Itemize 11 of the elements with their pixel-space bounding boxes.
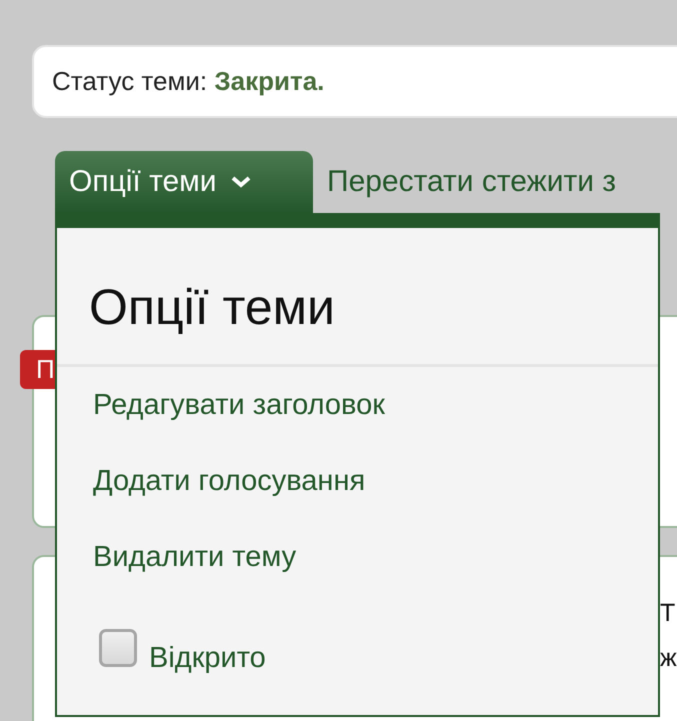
caret-icon (230, 176, 251, 188)
status-text: Статус теми: Закрита. (52, 66, 324, 97)
checkbox[interactable] (99, 629, 137, 667)
post-text-line: ж (660, 643, 677, 674)
post-text-line: Т (660, 598, 676, 629)
menu-item[interactable]: Видалити тему (93, 535, 296, 580)
unwatch-link[interactable]: Перестати стежити з (313, 151, 630, 213)
topic-options-tab[interactable]: Опції теми (55, 151, 313, 213)
checkbox-label[interactable]: Відкрито (149, 642, 266, 675)
menu-title: Опції теми (89, 278, 335, 336)
menu-item[interactable]: Додати голосування (93, 459, 366, 504)
